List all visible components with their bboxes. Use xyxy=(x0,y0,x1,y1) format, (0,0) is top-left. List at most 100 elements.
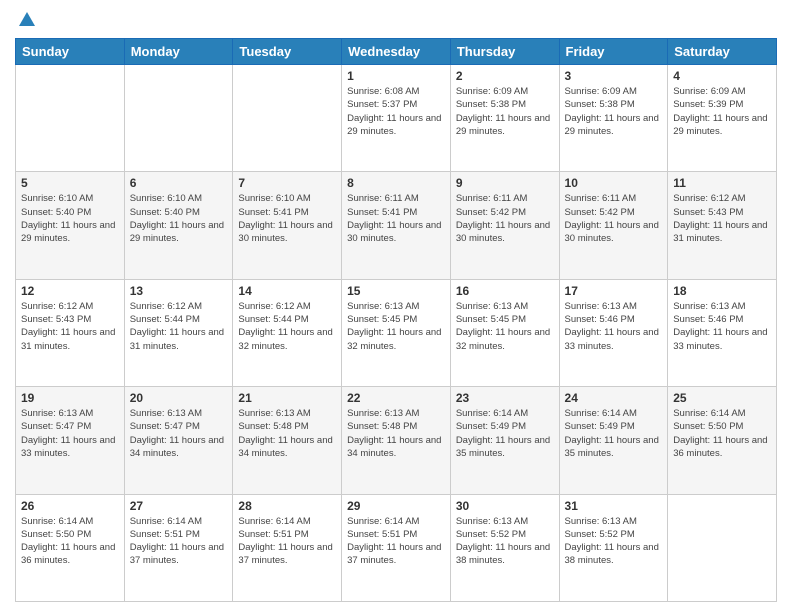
calendar-header-thursday: Thursday xyxy=(450,39,559,65)
calendar-week-row: 1 Sunrise: 6:08 AM Sunset: 5:37 PM Daylig… xyxy=(16,65,777,172)
calendar-cell: 31Sunrise: 6:13 AM Sunset: 5:52 PM Dayli… xyxy=(559,494,668,601)
day-number: 30 xyxy=(456,499,554,513)
day-info: Sunrise: 6:08 AM Sunset: 5:37 PM Dayligh… xyxy=(347,85,445,138)
calendar-cell: 18 Sunrise: 6:13 AM Sunset: 5:46 PM Dayli… xyxy=(668,279,777,386)
calendar-header-friday: Friday xyxy=(559,39,668,65)
day-number: 16 xyxy=(456,284,554,298)
day-number: 26 xyxy=(21,499,119,513)
calendar-cell: 17Sunrise: 6:13 AM Sunset: 5:46 PM Dayli… xyxy=(559,279,668,386)
day-number: 28 xyxy=(238,499,336,513)
calendar-header-tuesday: Tuesday xyxy=(233,39,342,65)
day-info: Sunrise: 6:11 AM Sunset: 5:42 PM Dayligh… xyxy=(565,192,663,245)
calendar-cell: 12Sunrise: 6:12 AM Sunset: 5:43 PM Dayli… xyxy=(16,279,125,386)
day-info: Sunrise: 6:13 AM Sunset: 5:48 PM Dayligh… xyxy=(238,407,336,460)
day-number: 4 xyxy=(673,69,771,83)
day-info: Sunrise: 6:13 AM Sunset: 5:46 PM Dayligh… xyxy=(565,300,663,353)
calendar-cell: 29Sunrise: 6:14 AM Sunset: 5:51 PM Dayli… xyxy=(342,494,451,601)
calendar-cell: 19Sunrise: 6:13 AM Sunset: 5:47 PM Dayli… xyxy=(16,387,125,494)
day-number: 11 xyxy=(673,176,771,190)
day-info: Sunrise: 6:14 AM Sunset: 5:49 PM Dayligh… xyxy=(456,407,554,460)
day-info: Sunrise: 6:13 AM Sunset: 5:47 PM Dayligh… xyxy=(130,407,228,460)
day-number: 10 xyxy=(565,176,663,190)
calendar-cell: 15 Sunrise: 6:13 AM Sunset: 5:45 PM Dayli… xyxy=(342,279,451,386)
day-number: 27 xyxy=(130,499,228,513)
day-info: Sunrise: 6:13 AM Sunset: 5:46 PM Dayligh… xyxy=(673,300,771,353)
day-number: 25 xyxy=(673,391,771,405)
day-number: 8 xyxy=(347,176,445,190)
day-number: 12 xyxy=(21,284,119,298)
day-info: Sunrise: 6:10 AM Sunset: 5:41 PM Dayligh… xyxy=(238,192,336,245)
calendar-header-row: SundayMondayTuesdayWednesdayThursdayFrid… xyxy=(16,39,777,65)
day-number: 2 xyxy=(456,69,554,83)
day-info: Sunrise: 6:12 AM Sunset: 5:44 PM Dayligh… xyxy=(130,300,228,353)
day-info: Sunrise: 6:11 AM Sunset: 5:42 PM Dayligh… xyxy=(456,192,554,245)
day-info: Sunrise: 6:09 AM Sunset: 5:38 PM Dayligh… xyxy=(456,85,554,138)
calendar-cell: 8Sunrise: 6:11 AM Sunset: 5:41 PM Daylig… xyxy=(342,172,451,279)
calendar-cell: 9Sunrise: 6:11 AM Sunset: 5:42 PM Daylig… xyxy=(450,172,559,279)
day-number: 7 xyxy=(238,176,336,190)
calendar-header-monday: Monday xyxy=(124,39,233,65)
day-info: Sunrise: 6:14 AM Sunset: 5:50 PM Dayligh… xyxy=(673,407,771,460)
calendar-cell: 16 Sunrise: 6:13 AM Sunset: 5:45 PM Dayli… xyxy=(450,279,559,386)
calendar-cell: 30 Sunrise: 6:13 AM Sunset: 5:52 PM Dayli… xyxy=(450,494,559,601)
page: SundayMondayTuesdayWednesdayThursdayFrid… xyxy=(0,0,792,612)
calendar-cell: 27 Sunrise: 6:14 AM Sunset: 5:51 PM Dayli… xyxy=(124,494,233,601)
calendar-cell: 26 Sunrise: 6:14 AM Sunset: 5:50 PM Dayli… xyxy=(16,494,125,601)
calendar-cell: 5 Sunrise: 6:10 AM Sunset: 5:40 PM Daylig… xyxy=(16,172,125,279)
day-info: Sunrise: 6:14 AM Sunset: 5:51 PM Dayligh… xyxy=(238,515,336,568)
calendar-cell: 28 Sunrise: 6:14 AM Sunset: 5:51 PM Dayli… xyxy=(233,494,342,601)
calendar-cell: 21 Sunrise: 6:13 AM Sunset: 5:48 PM Dayli… xyxy=(233,387,342,494)
day-info: Sunrise: 6:14 AM Sunset: 5:51 PM Dayligh… xyxy=(130,515,228,568)
day-number: 29 xyxy=(347,499,445,513)
day-number: 13 xyxy=(130,284,228,298)
calendar-cell: 20 Sunrise: 6:13 AM Sunset: 5:47 PM Dayli… xyxy=(124,387,233,494)
calendar-header-wednesday: Wednesday xyxy=(342,39,451,65)
day-info: Sunrise: 6:13 AM Sunset: 5:45 PM Dayligh… xyxy=(347,300,445,353)
calendar-week-row: 26 Sunrise: 6:14 AM Sunset: 5:50 PM Dayli… xyxy=(16,494,777,601)
day-info: Sunrise: 6:13 AM Sunset: 5:45 PM Dayligh… xyxy=(456,300,554,353)
day-number: 20 xyxy=(130,391,228,405)
day-number: 23 xyxy=(456,391,554,405)
day-info: Sunrise: 6:10 AM Sunset: 5:40 PM Dayligh… xyxy=(130,192,228,245)
header xyxy=(15,10,777,30)
calendar-cell: 4 Sunrise: 6:09 AM Sunset: 5:39 PM Daylig… xyxy=(668,65,777,172)
calendar-cell xyxy=(16,65,125,172)
day-number: 14 xyxy=(238,284,336,298)
day-number: 21 xyxy=(238,391,336,405)
calendar-cell xyxy=(668,494,777,601)
day-number: 18 xyxy=(673,284,771,298)
day-info: Sunrise: 6:13 AM Sunset: 5:47 PM Dayligh… xyxy=(21,407,119,460)
calendar-cell: 23 Sunrise: 6:14 AM Sunset: 5:49 PM Dayli… xyxy=(450,387,559,494)
calendar-cell xyxy=(233,65,342,172)
day-info: Sunrise: 6:14 AM Sunset: 5:50 PM Dayligh… xyxy=(21,515,119,568)
calendar-cell xyxy=(124,65,233,172)
day-info: Sunrise: 6:09 AM Sunset: 5:39 PM Dayligh… xyxy=(673,85,771,138)
day-number: 3 xyxy=(565,69,663,83)
day-number: 1 xyxy=(347,69,445,83)
calendar-header-sunday: Sunday xyxy=(16,39,125,65)
calendar-cell: 3 Sunrise: 6:09 AM Sunset: 5:38 PM Daylig… xyxy=(559,65,668,172)
calendar-table: SundayMondayTuesdayWednesdayThursdayFrid… xyxy=(15,38,777,602)
calendar-week-row: 12Sunrise: 6:12 AM Sunset: 5:43 PM Dayli… xyxy=(16,279,777,386)
calendar-cell: 2 Sunrise: 6:09 AM Sunset: 5:38 PM Daylig… xyxy=(450,65,559,172)
calendar-cell: 11Sunrise: 6:12 AM Sunset: 5:43 PM Dayli… xyxy=(668,172,777,279)
calendar-week-row: 19Sunrise: 6:13 AM Sunset: 5:47 PM Dayli… xyxy=(16,387,777,494)
day-info: Sunrise: 6:13 AM Sunset: 5:48 PM Dayligh… xyxy=(347,407,445,460)
calendar-week-row: 5 Sunrise: 6:10 AM Sunset: 5:40 PM Daylig… xyxy=(16,172,777,279)
calendar-header-saturday: Saturday xyxy=(668,39,777,65)
calendar-cell: 25 Sunrise: 6:14 AM Sunset: 5:50 PM Dayli… xyxy=(668,387,777,494)
calendar-cell: 10 Sunrise: 6:11 AM Sunset: 5:42 PM Dayli… xyxy=(559,172,668,279)
day-info: Sunrise: 6:10 AM Sunset: 5:40 PM Dayligh… xyxy=(21,192,119,245)
calendar-cell: 14Sunrise: 6:12 AM Sunset: 5:44 PM Dayli… xyxy=(233,279,342,386)
logo-icon xyxy=(17,10,37,30)
logo xyxy=(15,10,37,30)
day-number: 22 xyxy=(347,391,445,405)
day-info: Sunrise: 6:14 AM Sunset: 5:49 PM Dayligh… xyxy=(565,407,663,460)
day-info: Sunrise: 6:09 AM Sunset: 5:38 PM Dayligh… xyxy=(565,85,663,138)
calendar-cell: 22 Sunrise: 6:13 AM Sunset: 5:48 PM Dayli… xyxy=(342,387,451,494)
day-number: 5 xyxy=(21,176,119,190)
day-number: 15 xyxy=(347,284,445,298)
day-number: 24 xyxy=(565,391,663,405)
calendar-cell: 24 Sunrise: 6:14 AM Sunset: 5:49 PM Dayli… xyxy=(559,387,668,494)
day-info: Sunrise: 6:13 AM Sunset: 5:52 PM Dayligh… xyxy=(456,515,554,568)
